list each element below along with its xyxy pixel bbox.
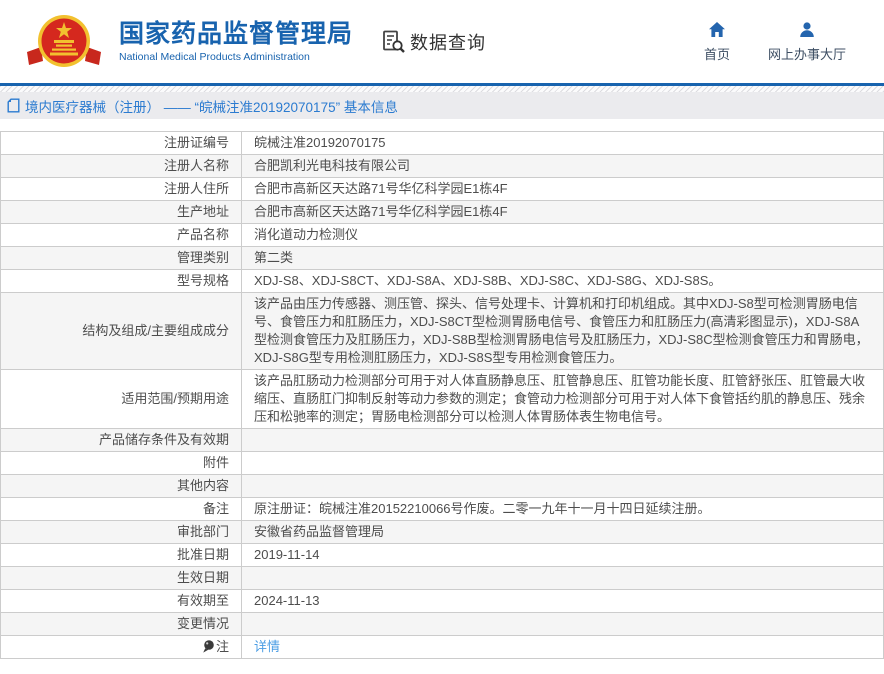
row-label-text: 适用范围/预期用途	[121, 391, 229, 406]
row-value: 详情	[242, 636, 884, 659]
nav-service-hall[interactable]: 网上办事大厅	[768, 21, 846, 63]
nav-home-label: 首页	[704, 44, 730, 63]
row-label: 其他内容	[1, 475, 242, 498]
table-row: 变更情况	[1, 613, 884, 636]
row-label-text: 生效日期	[177, 570, 229, 585]
table-row: 结构及组成/主要组成成分该产品由压力传感器、测压管、探头、信号处理卡、计算机和打…	[1, 293, 884, 370]
row-label-text: 备注	[203, 501, 229, 516]
table-row: 生产地址合肥市高新区天达路71号华亿科学园E1栋4F	[1, 201, 884, 224]
row-label: 生产地址	[1, 201, 242, 224]
registration-info-table: 注册证编号皖械注准20192070175注册人名称合肥凯利光电科技有限公司注册人…	[0, 131, 884, 659]
top-nav: 首页 网上办事大厅	[704, 21, 846, 63]
row-label-text: 结构及组成/主要组成成分	[82, 323, 229, 338]
row-label: 有效期至	[1, 590, 242, 613]
table-row: 备注原注册证：皖械注准20152210066号作废。二零一九年十一月十四日延续注…	[1, 498, 884, 521]
table-row: 注册人名称合肥凯利光电科技有限公司	[1, 155, 884, 178]
home-icon	[708, 21, 726, 39]
row-label: 审批部门	[1, 521, 242, 544]
document-search-icon	[381, 29, 406, 54]
detail-link[interactable]: 详情	[254, 639, 280, 654]
row-label: 注册人名称	[1, 155, 242, 178]
site-header: 国家药品监督管理局 National Medical Products Admi…	[0, 0, 884, 83]
row-label: 变更情况	[1, 613, 242, 636]
row-label: 附件	[1, 452, 242, 475]
row-label-text: 产品储存条件及有效期	[99, 432, 229, 447]
row-value: XDJ-S8、XDJ-S8CT、XDJ-S8A、XDJ-S8B、XDJ-S8C、…	[242, 270, 884, 293]
agency-titles: 国家药品监督管理局 National Medical Products Admi…	[119, 20, 353, 63]
table-row: 产品名称消化道动力检测仪	[1, 224, 884, 247]
row-label-text: 型号规格	[177, 273, 229, 288]
breadcrumb-text: 境内医疗器械（注册） —— “皖械注准20192070175” 基本信息	[25, 96, 398, 116]
nav-service-hall-label: 网上办事大厅	[768, 44, 846, 63]
row-value: 2024-11-13	[242, 590, 884, 613]
row-value: 皖械注准20192070175	[242, 132, 884, 155]
table-row: 附件	[1, 452, 884, 475]
info-table-body: 注册证编号皖械注准20192070175注册人名称合肥凯利光电科技有限公司注册人…	[1, 132, 884, 659]
row-label: 批准日期	[1, 544, 242, 567]
row-label-text: 审批部门	[177, 524, 229, 539]
row-label-text: 其他内容	[177, 478, 229, 493]
row-label-text: 变更情况	[177, 616, 229, 631]
table-row: 有效期至 2024-11-13	[1, 590, 884, 613]
row-label: 注	[1, 636, 242, 659]
row-value: 原注册证：皖械注准20152210066号作废。二零一九年十一月十四日延续注册。	[242, 498, 884, 521]
row-value: 第二类	[242, 247, 884, 270]
row-label: 产品名称	[1, 224, 242, 247]
row-label: 结构及组成/主要组成成分	[1, 293, 242, 370]
row-value	[242, 475, 884, 498]
row-label: 型号规格	[1, 270, 242, 293]
row-label-text: 注册人名称	[164, 158, 229, 173]
row-value: 该产品由压力传感器、测压管、探头、信号处理卡、计算机和打印机组成。其中XDJ-S…	[242, 293, 884, 370]
row-value: 合肥市高新区天达路71号华亿科学园E1栋4F	[242, 178, 884, 201]
row-label: 适用范围/预期用途	[1, 370, 242, 429]
row-label-text: 注册证编号	[164, 135, 229, 150]
row-value: 合肥市高新区天达路71号华亿科学园E1栋4F	[242, 201, 884, 224]
row-label-text: 注册人住所	[164, 181, 229, 196]
row-value: 消化道动力检测仪	[242, 224, 884, 247]
table-row: 注 详情	[1, 636, 884, 659]
row-value	[242, 429, 884, 452]
row-label: 备注	[1, 498, 242, 521]
table-row: 其他内容	[1, 475, 884, 498]
row-label-text: 管理类别	[177, 250, 229, 265]
row-value	[242, 567, 884, 590]
row-label: 管理类别	[1, 247, 242, 270]
table-row: 审批部门安徽省药品监督管理局	[1, 521, 884, 544]
row-label-text: 注	[216, 639, 229, 654]
document-icon	[7, 98, 20, 113]
row-value: 合肥凯利光电科技有限公司	[242, 155, 884, 178]
row-value	[242, 452, 884, 475]
agency-name-cn: 国家药品监督管理局	[119, 20, 353, 48]
user-icon	[798, 21, 816, 39]
data-query-button[interactable]: 数据查询	[381, 29, 486, 55]
table-row: 生效日期	[1, 567, 884, 590]
note-balloon-icon	[203, 640, 214, 653]
table-row: 产品储存条件及有效期	[1, 429, 884, 452]
table-row: 批准日期 2019-11-14	[1, 544, 884, 567]
row-label: 注册人住所	[1, 178, 242, 201]
data-query-label: 数据查询	[410, 29, 486, 55]
row-value: 该产品肛肠动力检测部分可用于对人体直肠静息压、肛管静息压、肛管功能长度、肛管舒张…	[242, 370, 884, 429]
row-label-text: 产品名称	[177, 227, 229, 242]
spacer	[0, 119, 884, 131]
row-label: 注册证编号	[1, 132, 242, 155]
row-label-text: 附件	[203, 455, 229, 470]
national-emblem-logo	[25, 14, 103, 70]
table-row: 注册证编号皖械注准20192070175	[1, 132, 884, 155]
table-row: 型号规格 XDJ-S8、XDJ-S8CT、XDJ-S8A、XDJ-S8B、XDJ-…	[1, 270, 884, 293]
row-value: 2019-11-14	[242, 544, 884, 567]
breadcrumb: 境内医疗器械（注册） —— “皖械注准20192070175” 基本信息	[0, 92, 884, 119]
row-value	[242, 613, 884, 636]
row-label-text: 有效期至	[177, 593, 229, 608]
row-label-text: 生产地址	[177, 204, 229, 219]
nav-home[interactable]: 首页	[704, 21, 730, 63]
table-row: 管理类别第二类	[1, 247, 884, 270]
table-row: 适用范围/预期用途该产品肛肠动力检测部分可用于对人体直肠静息压、肛管静息压、肛管…	[1, 370, 884, 429]
row-label-text: 批准日期	[177, 547, 229, 562]
row-label: 产品储存条件及有效期	[1, 429, 242, 452]
agency-name-en: National Medical Products Administration	[119, 51, 353, 63]
table-row: 注册人住所合肥市高新区天达路71号华亿科学园E1栋4F	[1, 178, 884, 201]
row-value: 安徽省药品监督管理局	[242, 521, 884, 544]
row-label: 生效日期	[1, 567, 242, 590]
